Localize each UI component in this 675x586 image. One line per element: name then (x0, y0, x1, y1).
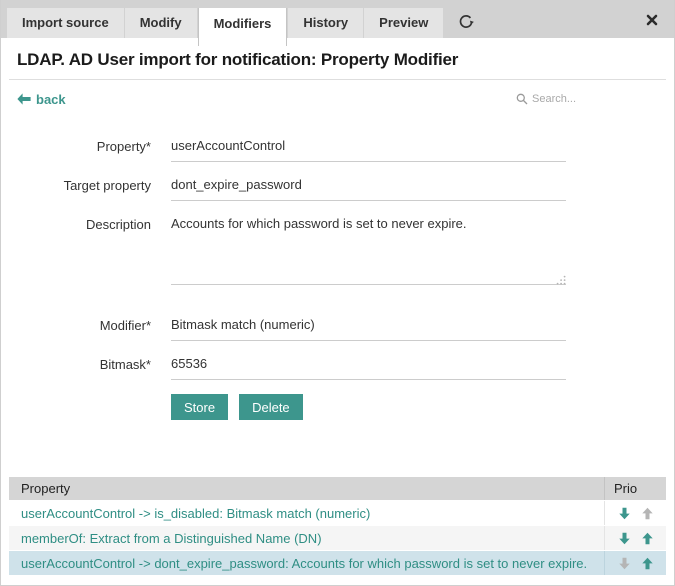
property-label: Property* (17, 133, 151, 154)
modifier-input[interactable] (171, 312, 566, 341)
row-link[interactable]: userAccountControl -> is_disabled: Bitma… (9, 506, 604, 521)
search-box (516, 93, 658, 105)
form-row-modifier: Modifier* (17, 312, 658, 341)
content-area: LDAP. AD User import for notification: P… (1, 50, 674, 420)
back-label: back (36, 92, 66, 107)
move-down-icon[interactable] (618, 557, 631, 570)
description-label: Description (17, 211, 151, 232)
target-property-label: Target property (17, 172, 151, 193)
form-row-property: Property* (17, 133, 658, 162)
row-link[interactable]: userAccountControl -> dont_expire_passwo… (9, 556, 604, 571)
column-header-property: Property (9, 481, 604, 496)
list-row[interactable]: userAccountControl -> is_disabled: Bitma… (9, 501, 666, 525)
form-row-target-property: Target property (17, 172, 658, 201)
target-property-input[interactable] (171, 172, 566, 201)
resize-grip-icon[interactable] (556, 275, 566, 285)
tab-modify[interactable]: Modify (125, 8, 197, 38)
modifier-editor-window: Import source Modify Modifiers History P… (0, 0, 675, 586)
column-header-prio: Prio (604, 477, 666, 500)
move-down-icon[interactable] (618, 532, 631, 545)
search-icon (516, 93, 528, 105)
back-link[interactable]: back (17, 92, 66, 107)
description-textarea[interactable]: Accounts for which password is set to ne… (171, 211, 566, 285)
form-row-bitmask: Bitmask* (17, 351, 658, 380)
refresh-icon[interactable] (458, 14, 474, 30)
move-up-icon[interactable] (641, 532, 654, 545)
modifier-form: Property* Target property Description Ac… (17, 133, 658, 420)
form-row-description: Description Accounts for which password … (17, 211, 658, 290)
tab-history[interactable]: History (288, 8, 363, 38)
title-divider (9, 79, 666, 80)
list-header: Property Prio (9, 477, 666, 500)
close-icon[interactable] (646, 13, 658, 31)
move-up-icon[interactable] (641, 507, 654, 520)
move-down-icon[interactable] (618, 507, 631, 520)
modifier-label: Modifier* (17, 312, 151, 333)
modifier-list: Property Prio userAccountControl -> is_d… (9, 477, 666, 576)
page-title: LDAP. AD User import for notification: P… (17, 50, 658, 70)
search-input[interactable] (532, 93, 658, 105)
back-arrow-icon (17, 93, 31, 105)
toolbar: back (17, 89, 658, 109)
property-input[interactable] (171, 133, 566, 162)
row-link[interactable]: memberOf: Extract from a Distinguished N… (9, 531, 604, 546)
bitmask-input[interactable] (171, 351, 566, 380)
form-buttons: Store Delete (171, 394, 658, 420)
tab-modifiers[interactable]: Modifiers (198, 8, 288, 46)
delete-button[interactable]: Delete (239, 394, 303, 420)
tab-import-source[interactable]: Import source (7, 8, 124, 38)
move-up-icon[interactable] (641, 557, 654, 570)
list-row-selected[interactable]: userAccountControl -> dont_expire_passwo… (9, 551, 666, 575)
tab-preview[interactable]: Preview (364, 8, 443, 38)
bitmask-label: Bitmask* (17, 351, 151, 372)
list-row[interactable]: memberOf: Extract from a Distinguished N… (9, 526, 666, 550)
store-button[interactable]: Store (171, 394, 228, 420)
tab-bar: Import source Modify Modifiers History P… (1, 0, 674, 38)
